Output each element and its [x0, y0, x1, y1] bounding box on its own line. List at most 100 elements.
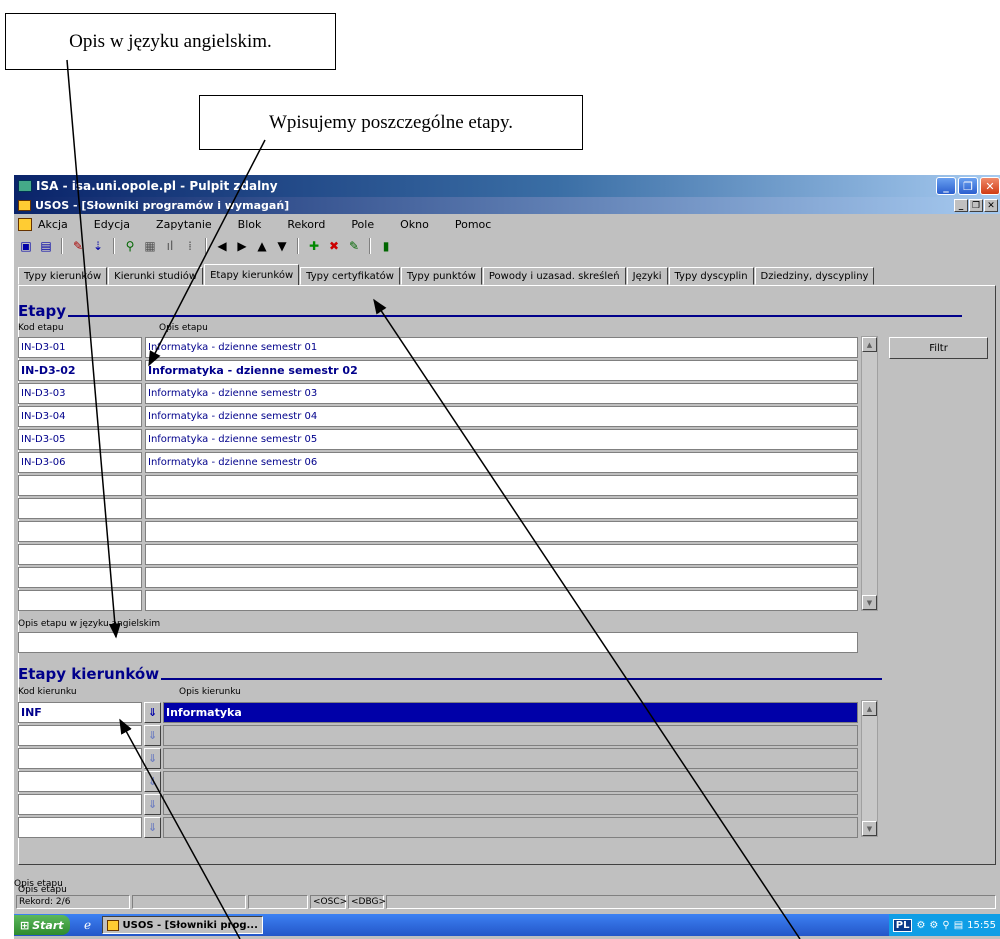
scroll-down-icon[interactable]: ▼ — [862, 821, 877, 836]
menu-bar: Akcja Edycja Zapytanie Blok Rekord Pole … — [14, 214, 1000, 234]
app-minimize-button[interactable]: _ — [954, 199, 968, 212]
restore-button[interactable]: ❐ — [958, 177, 978, 195]
tab-typy-certyfikatow[interactable]: Typy certyfikatów — [300, 267, 400, 285]
scroll-up-icon[interactable]: ▲ — [862, 337, 877, 352]
etap-desc-cell[interactable] — [145, 498, 858, 519]
taskbar-usos-item[interactable]: USOS - [Słowniki prog... — [101, 916, 263, 934]
etap-code-cell[interactable]: IN-D3-03 — [18, 383, 142, 404]
etap-desc-cell[interactable] — [145, 475, 858, 496]
save-icon[interactable]: ▣ — [18, 238, 34, 254]
etap-code-cell[interactable]: IN-D3-01 — [18, 337, 142, 358]
menu-okno[interactable]: Okno — [400, 218, 429, 231]
etap-code-cell[interactable]: IN-D3-02 — [18, 360, 142, 381]
app-close-button[interactable]: ✕ — [984, 199, 998, 212]
etap-desc-cell[interactable] — [145, 567, 858, 588]
etap-code-cell[interactable]: IN-D3-06 — [18, 452, 142, 473]
list-of-values-icon[interactable]: ⇓ — [144, 817, 161, 838]
app-title: USOS - [Słowniki programów i wymagań] — [35, 199, 290, 212]
scroll-down-icon[interactable]: ▼ — [862, 595, 877, 610]
menu-pomoc[interactable]: Pomoc — [455, 218, 491, 231]
menu-akcja[interactable]: Akcja — [38, 218, 68, 231]
menu-edycja[interactable]: Edycja — [94, 218, 130, 231]
kierunek-code-cell[interactable] — [18, 748, 142, 769]
col-kod-etapu: Kod etapu — [18, 323, 64, 333]
list-of-values-icon[interactable]: ⇓ — [144, 748, 161, 769]
minimize-button[interactable]: _ — [936, 177, 956, 195]
kierunki-scrollbar[interactable]: ▲ ▼ — [861, 700, 878, 837]
kierunek-code-cell[interactable] — [18, 817, 142, 838]
kierunek-code-cell[interactable] — [18, 794, 142, 815]
etap-code-cell[interactable] — [18, 544, 142, 565]
etap-code-cell[interactable] — [18, 475, 142, 496]
english-desc-field[interactable] — [18, 632, 858, 653]
etap-desc-cell[interactable]: Informatyka - dzienne semestr 04 — [145, 406, 858, 427]
kierunek-code-cell[interactable] — [18, 771, 142, 792]
search-icon[interactable]: ⚲ — [942, 920, 949, 931]
ie-icon[interactable]: ℯ — [80, 917, 96, 933]
tab-kierunki-studiow[interactable]: Kierunki studiów — [108, 267, 204, 285]
etap-desc-cell[interactable] — [145, 544, 858, 565]
etap-desc-cell[interactable]: Informatyka - dzienne semestr 01 — [145, 337, 858, 358]
filter-button[interactable]: Filtr — [889, 337, 988, 359]
list-of-values-icon[interactable]: ⇓ — [144, 794, 161, 815]
language-indicator[interactable]: PL — [892, 918, 913, 932]
menu-blok[interactable]: Blok — [238, 218, 262, 231]
etap-code-cell[interactable]: IN-D3-04 — [18, 406, 142, 427]
etap-desc-cell[interactable]: Informatyka - dzienne semestr 03 — [145, 383, 858, 404]
etap-desc-cell[interactable] — [145, 590, 858, 611]
prev-block-icon[interactable]: ◀ — [214, 238, 230, 254]
tab-powody-skreslen[interactable]: Powody i uzasad. skreśleń — [482, 267, 626, 285]
scroll-up-icon[interactable]: ▲ — [862, 701, 877, 716]
next-block-icon[interactable]: ▶ — [234, 238, 250, 254]
etap-desc-cell[interactable] — [145, 521, 858, 542]
menu-pole[interactable]: Pole — [351, 218, 374, 231]
edit-icon[interactable]: ✎ — [70, 238, 86, 254]
network-icon[interactable]: ⚙ — [916, 920, 925, 931]
remote-desktop-window: ISA - isa.uni.opole.pl - Pulpit zdalny _… — [14, 175, 1000, 939]
kierunek-desc-cell: Informatyka — [163, 702, 858, 723]
query-icon[interactable]: ⚲ — [122, 238, 138, 254]
delete-record-icon[interactable]: ✖ — [326, 238, 342, 254]
etap-desc-cell[interactable]: Informatyka - dzienne semestr 06 — [145, 452, 858, 473]
execute-query-icon[interactable]: ▦ — [142, 238, 158, 254]
clear-record-icon[interactable]: ✎ — [346, 238, 362, 254]
tab-dziedziny[interactable]: Dziedziny, dyscypliny — [754, 267, 875, 285]
tab-typy-dyscyplin[interactable]: Typy dyscyplin — [668, 267, 754, 285]
print-icon[interactable]: ▤ — [38, 238, 54, 254]
exit-icon[interactable]: ▮ — [378, 238, 394, 254]
etapy-scrollbar[interactable]: ▲ ▼ — [861, 336, 878, 611]
section-etapy: Etapy — [18, 302, 962, 320]
count-icon[interactable]: ıl — [162, 238, 178, 254]
prev-record-icon[interactable]: ▲ — [254, 238, 270, 254]
menu-rekord[interactable]: Rekord — [287, 218, 325, 231]
close-button[interactable]: ✕ — [980, 177, 1000, 195]
download-icon[interactable]: ⇣ — [90, 238, 106, 254]
taskbar-usos-label: USOS - [Słowniki prog... — [122, 919, 258, 931]
insert-record-icon[interactable]: ✚ — [306, 238, 322, 254]
cancel-query-icon[interactable]: ⁞ — [182, 238, 198, 254]
etap-code-cell[interactable]: IN-D3-05 — [18, 429, 142, 450]
etap-code-cell[interactable] — [18, 498, 142, 519]
tab-typy-punktow[interactable]: Typy punktów — [400, 267, 482, 285]
kierunek-code-cell[interactable]: INF — [18, 702, 142, 723]
app-restore-button[interactable]: ❐ — [969, 199, 983, 212]
list-of-values-icon[interactable]: ⇓ — [144, 702, 161, 723]
tab-typy-kierunkow[interactable]: Typy kierunków — [18, 267, 108, 285]
tab-jezyki[interactable]: Języki — [626, 267, 668, 285]
etap-code-cell[interactable] — [18, 590, 142, 611]
etap-desc-cell[interactable]: Informatyka - dzienne semestr 05 — [145, 429, 858, 450]
etap-code-cell[interactable] — [18, 521, 142, 542]
kierunek-desc-cell — [163, 794, 858, 815]
start-button[interactable]: ⊞ Start — [14, 915, 70, 935]
list-of-values-icon[interactable]: ⇓ — [144, 771, 161, 792]
etap-code-cell[interactable] — [18, 567, 142, 588]
tab-etapy-kierunkow[interactable]: Etapy kierunków — [204, 264, 300, 285]
next-record-icon[interactable]: ▼ — [274, 238, 290, 254]
list-of-values-icon[interactable]: ⇓ — [144, 725, 161, 746]
network2-icon[interactable]: ⚙ — [929, 920, 938, 931]
kierunek-code-cell[interactable] — [18, 725, 142, 746]
menu-zapytanie[interactable]: Zapytanie — [156, 218, 212, 231]
section-etapy-kierunkow-title: Etapy kierunków — [18, 665, 160, 683]
printer-icon[interactable]: ▤ — [954, 920, 963, 931]
etap-desc-cell[interactable]: Informatyka - dzienne semestr 02 — [145, 360, 858, 381]
